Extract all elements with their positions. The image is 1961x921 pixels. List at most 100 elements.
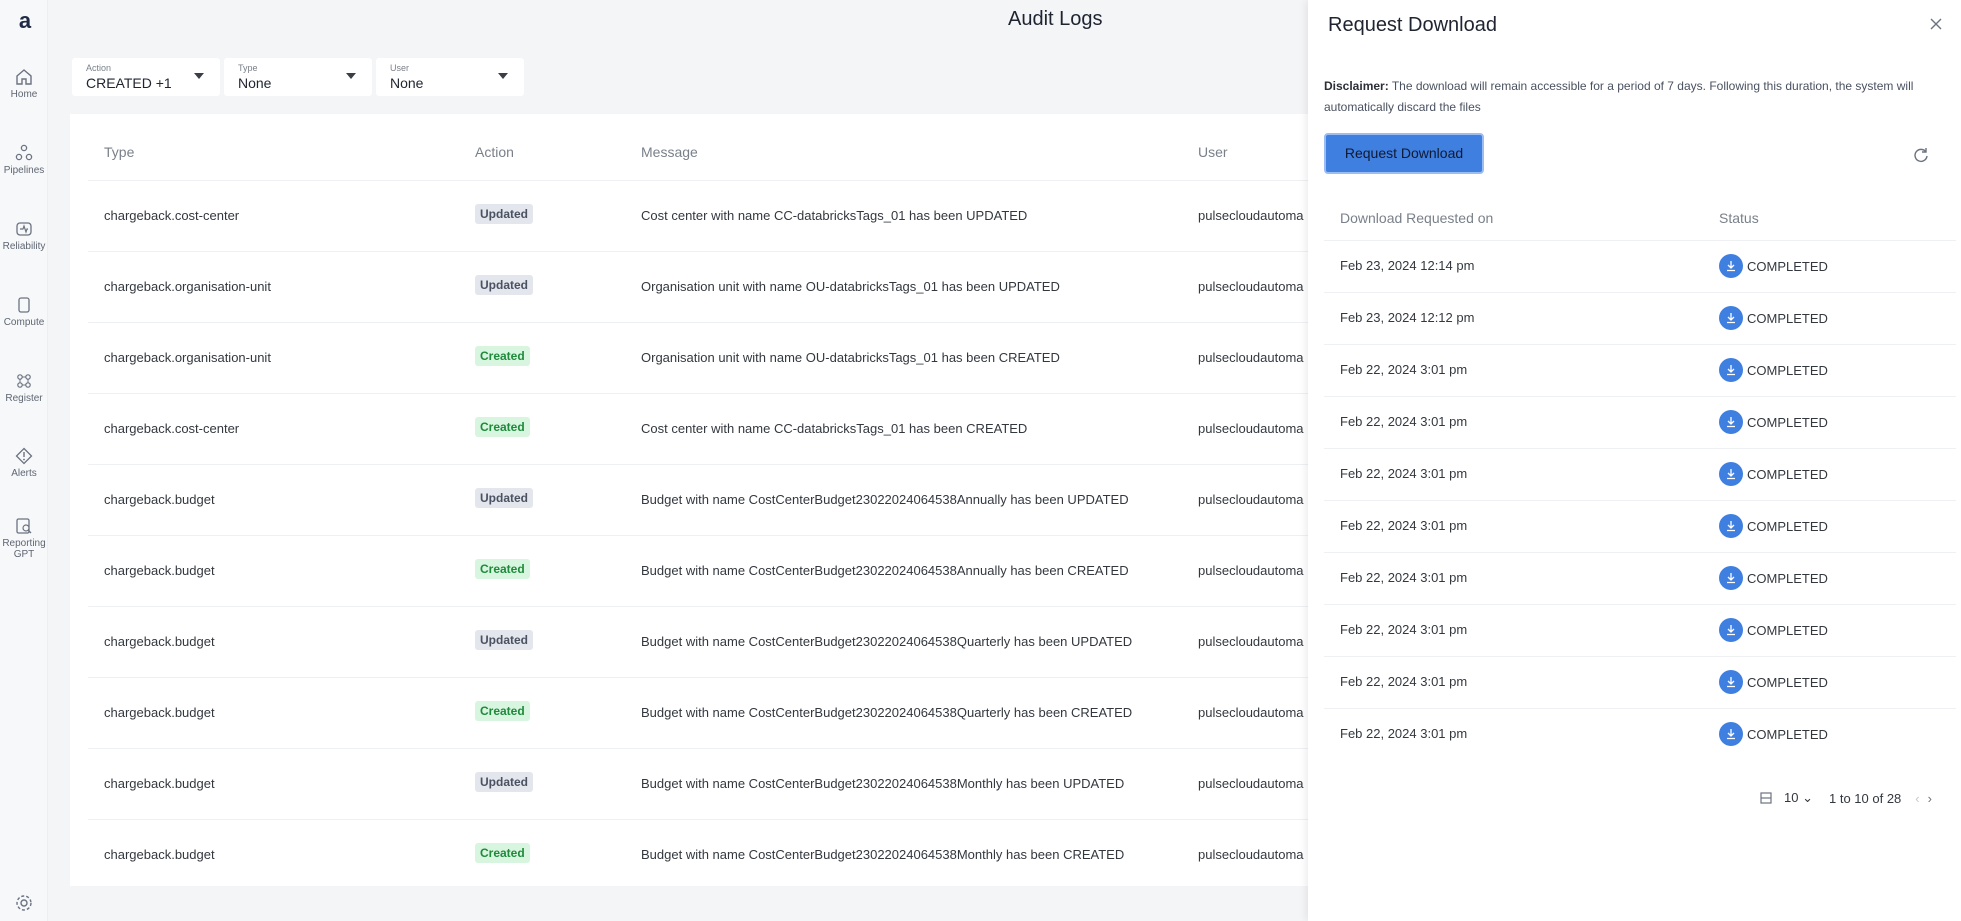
column-header-status[interactable]: Status	[1719, 210, 1759, 226]
user-cell: pulsecloudautoma	[1198, 208, 1304, 223]
user-cell: pulsecloudautoma	[1198, 279, 1304, 294]
sidebar-item-pipelines[interactable]: Pipelines	[0, 144, 48, 194]
download-row[interactable]: Feb 22, 2024 3:01 pm COMPLETED	[1324, 396, 1956, 448]
gear-icon[interactable]	[14, 893, 34, 913]
requested-on-cell: Feb 23, 2024 12:12 pm	[1340, 310, 1475, 325]
column-header-action[interactable]: Action	[475, 144, 514, 160]
status-text: COMPLETED	[1747, 414, 1828, 430]
home-icon	[16, 69, 32, 85]
column-header-message[interactable]: Message	[641, 144, 698, 160]
user-cell: pulsecloudautoma	[1198, 350, 1304, 365]
page-title: Audit Logs	[1008, 8, 1103, 30]
type-cell: chargeback.budget	[104, 705, 215, 720]
user-cell: pulsecloudautoma	[1198, 776, 1304, 791]
chevron-right-icon[interactable]: ›	[1928, 791, 1932, 806]
status-badge: Updated	[475, 275, 533, 295]
sidebar-item-label: Reporting GPT	[2, 538, 46, 560]
status-cell: COMPLETED	[1719, 514, 1828, 538]
status-badge: Updated	[475, 488, 533, 508]
sidebar-item-label: Pipelines	[3, 165, 45, 176]
download-icon[interactable]	[1719, 514, 1743, 538]
status-cell: COMPLETED	[1719, 566, 1828, 590]
close-icon[interactable]	[1928, 16, 1944, 32]
column-header-type[interactable]: Type	[104, 144, 134, 160]
table-row[interactable]: chargeback.budget Updated Budget with na…	[88, 464, 1328, 535]
download-row[interactable]: Feb 22, 2024 3:01 pm COMPLETED	[1324, 500, 1956, 552]
app-logo[interactable]: a	[14, 8, 36, 34]
sidebar-item-reporting-gpt[interactable]: Reporting GPT	[0, 517, 48, 579]
table-row[interactable]: chargeback.organisation-unit Created Org…	[88, 322, 1328, 393]
page-size-select[interactable]: 10 ⌄	[1784, 790, 1813, 806]
chevron-left-icon[interactable]: ‹	[1915, 791, 1919, 806]
message-cell: Budget with name CostCenterBudget2302202…	[641, 492, 1129, 507]
status-badge: Created	[475, 559, 530, 579]
download-icon[interactable]	[1719, 462, 1743, 486]
user-filter[interactable]: User None	[376, 58, 524, 96]
table-row[interactable]: chargeback.budget Updated Budget with na…	[88, 748, 1328, 819]
download-row[interactable]: Feb 22, 2024 3:01 pm COMPLETED	[1324, 448, 1956, 500]
table-row[interactable]: chargeback.budget Created Budget with na…	[88, 535, 1328, 606]
disclaimer-text: Disclaimer: The download will remain acc…	[1324, 76, 1939, 118]
download-icon[interactable]	[1719, 410, 1743, 434]
download-row[interactable]: Feb 23, 2024 12:14 pm COMPLETED	[1324, 240, 1956, 292]
type-cell: chargeback.budget	[104, 776, 215, 791]
type-filter[interactable]: Type None	[224, 58, 372, 96]
requested-on-cell: Feb 22, 2024 3:01 pm	[1340, 518, 1468, 533]
download-icon[interactable]	[1719, 306, 1743, 330]
table-row[interactable]: chargeback.budget Updated Budget with na…	[88, 606, 1328, 677]
user-cell: pulsecloudautoma	[1198, 563, 1304, 578]
request-download-button[interactable]: Request Download	[1324, 133, 1484, 174]
audit-log-table: Type Action Message User chargeback.cost…	[70, 114, 1330, 886]
download-icon[interactable]	[1719, 618, 1743, 642]
table-row[interactable]: chargeback.cost-center Created Cost cent…	[88, 393, 1328, 464]
sidebar-item-compute[interactable]: Compute	[0, 296, 48, 346]
column-header-user[interactable]: User	[1198, 144, 1228, 160]
reporting-icon	[16, 518, 32, 534]
register-icon	[17, 374, 31, 388]
column-header-requested-on[interactable]: Download Requested on	[1340, 210, 1493, 226]
download-icon[interactable]	[1719, 670, 1743, 694]
pagination: 10 ⌄ 1 to 10 of 28 ‹ ›	[1760, 788, 1932, 808]
sidebar-item-label: Home	[10, 89, 38, 100]
table-row[interactable]: chargeback.organisation-unit Updated Org…	[88, 251, 1328, 322]
table-row[interactable]: chargeback.budget Created Budget with na…	[88, 819, 1328, 890]
message-cell: Budget with name CostCenterBudget2302202…	[641, 634, 1133, 649]
columns-icon[interactable]	[1760, 792, 1772, 804]
pagination-range: 1 to 10 of 28	[1829, 790, 1902, 806]
download-icon[interactable]	[1719, 254, 1743, 278]
download-row[interactable]: Feb 23, 2024 12:12 pm COMPLETED	[1324, 292, 1956, 344]
table-row[interactable]: chargeback.cost-center Updated Cost cent…	[88, 180, 1328, 251]
download-row[interactable]: Feb 22, 2024 3:01 pm COMPLETED	[1324, 344, 1956, 396]
reliability-icon	[16, 222, 32, 236]
download-icon[interactable]	[1719, 722, 1743, 746]
sidebar-item-reliability[interactable]: Reliability	[0, 220, 48, 270]
status-badge: Updated	[475, 772, 533, 792]
message-cell: Budget with name CostCenterBudget2302202…	[641, 847, 1125, 862]
download-row[interactable]: Feb 22, 2024 3:01 pm COMPLETED	[1324, 656, 1956, 708]
table-row[interactable]: chargeback.budget Created Budget with na…	[88, 677, 1328, 748]
status-cell: COMPLETED	[1719, 618, 1828, 642]
alerts-icon	[15, 447, 33, 465]
compute-icon	[18, 297, 30, 313]
status-badge: Created	[475, 701, 530, 721]
sidebar-item-home[interactable]: Home	[0, 68, 48, 118]
requested-on-cell: Feb 22, 2024 3:01 pm	[1340, 674, 1468, 689]
filter-label: User	[390, 63, 410, 73]
status-cell: COMPLETED	[1719, 410, 1828, 434]
download-row[interactable]: Feb 22, 2024 3:01 pm COMPLETED	[1324, 604, 1956, 656]
refresh-icon[interactable]	[1912, 146, 1930, 164]
download-row[interactable]: Feb 22, 2024 3:01 pm COMPLETED	[1324, 708, 1956, 760]
status-cell: COMPLETED	[1719, 306, 1828, 330]
message-cell: Organisation unit with name OU-databrick…	[641, 350, 1060, 365]
download-icon[interactable]	[1719, 358, 1743, 382]
status-text: COMPLETED	[1747, 310, 1828, 326]
download-icon[interactable]	[1719, 566, 1743, 590]
sidebar-item-register[interactable]: Register	[0, 372, 48, 422]
sidebar-item-alerts[interactable]: Alerts	[0, 447, 48, 497]
filter-label: Action	[86, 63, 112, 73]
requested-on-cell: Feb 22, 2024 3:01 pm	[1340, 466, 1468, 481]
status-badge: Created	[475, 346, 530, 366]
download-row[interactable]: Feb 22, 2024 3:01 pm COMPLETED	[1324, 552, 1956, 604]
action-filter[interactable]: Action CREATED +1	[72, 58, 220, 96]
type-cell: chargeback.organisation-unit	[104, 279, 271, 294]
